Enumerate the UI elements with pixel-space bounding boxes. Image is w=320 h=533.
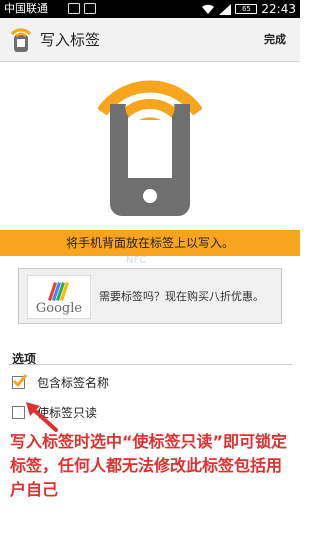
divider (8, 364, 292, 365)
status-right: 65 22:43 (201, 0, 296, 18)
include-tag-name-label: 包含标签名称 (37, 375, 110, 390)
buy-tags-ad[interactable]: Google 需要标签吗？现在购买八折优惠。 (18, 268, 282, 324)
checkmark-icon (12, 373, 28, 387)
action-bar: 写入标签 完成 (0, 18, 300, 62)
annotation-text: 写入标签时选中“使标签只读”即可锁定标签，任何人都无法修改此标签包括用户自己 (10, 432, 288, 499)
nfc-app-icon (10, 28, 32, 52)
signal-icon (219, 3, 232, 15)
page-title: 写入标签 (40, 31, 101, 49)
instruction-banner: 将手机背面放在标签上以写入。 (0, 230, 300, 256)
notification-icons (68, 3, 96, 14)
status-bar: 中国联通 65 22:43 (0, 0, 300, 18)
include-tag-name-option[interactable]: 包含标签名称 (12, 372, 109, 392)
ad-text: 需要标签吗？现在购买八折优惠。 (99, 290, 264, 303)
done-button[interactable]: 完成 (250, 18, 300, 62)
carrier-name: 中国联通 (4, 2, 48, 15)
phone-nfc-illustration (98, 80, 202, 216)
include-tag-name-checkbox[interactable] (12, 373, 28, 389)
clock: 22:43 (261, 2, 296, 16)
mail-notification-icon (84, 3, 96, 14)
watermark: NFC (126, 255, 147, 266)
google-wallet-logo: Google (27, 275, 91, 319)
google-wordmark: Google (35, 301, 83, 316)
battery-icon: 65 (235, 4, 258, 14)
annotation-arrow (26, 402, 58, 432)
image-notification-icon (68, 3, 80, 14)
wifi-icon (202, 4, 215, 14)
